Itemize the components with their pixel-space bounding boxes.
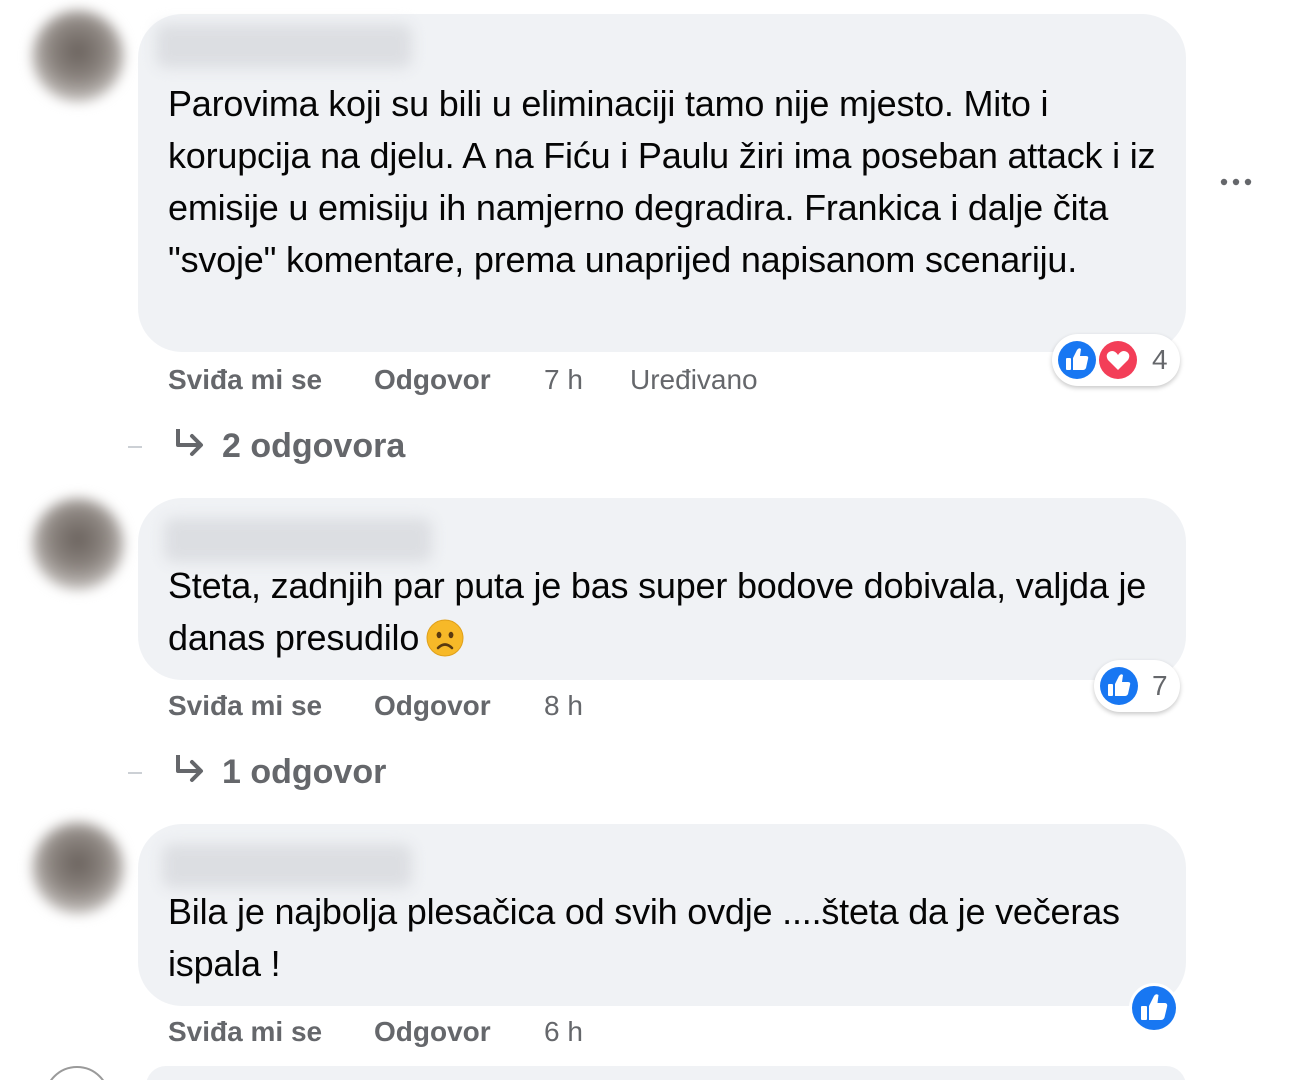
author-name-blurred[interactable] (164, 518, 432, 562)
view-replies-link[interactable]: 1 odgovor (172, 750, 386, 794)
author-name-blurred[interactable] (162, 844, 412, 888)
comment-text: Parovima koji su bili u eliminaciji tamo… (168, 83, 1156, 280)
reply-button[interactable]: Odgovor (374, 686, 491, 726)
like-button[interactable]: Sviđa mi se (168, 1012, 322, 1052)
comment-text: Bila je najbolja plesačica od svih ovdje… (168, 891, 1120, 984)
like-icon (1098, 665, 1140, 707)
timestamp[interactable]: 7 h (544, 360, 583, 400)
timestamp[interactable]: 6 h (544, 1012, 583, 1052)
frowning-face-emoji-icon (426, 619, 464, 657)
like-icon[interactable] (1128, 982, 1180, 1034)
reply-arrow-icon (176, 429, 203, 456)
comment-text: Steta, zadnjih par puta je bas super bod… (168, 560, 1158, 664)
comment-bubble: Steta, zadnjih par puta je bas super bod… (138, 498, 1186, 680)
avatar[interactable] (32, 10, 124, 102)
thread-connector (128, 772, 142, 774)
comment-bubble: Parovima koji su bili u eliminaciji tamo… (138, 14, 1186, 352)
avatar[interactable] (32, 498, 124, 590)
view-replies-link[interactable]: 2 odgovora (172, 424, 405, 468)
author-name-blurred[interactable] (156, 24, 412, 68)
like-button[interactable]: Sviđa mi se (168, 686, 322, 726)
like-button[interactable]: Sviđa mi se (168, 360, 322, 400)
avatar[interactable] (44, 1066, 110, 1080)
timestamp[interactable]: 8 h (544, 686, 583, 726)
thread-connector (128, 446, 142, 448)
reply-button[interactable]: Odgovor (374, 1012, 491, 1052)
comment-text-content: Steta, zadnjih par puta je bas super bod… (168, 565, 1147, 658)
reaction-count: 7 (1152, 670, 1168, 701)
love-icon (1097, 339, 1139, 381)
comments-panel: Parovima koji su bili u eliminaciji tamo… (0, 0, 1290, 1080)
avatar[interactable] (32, 822, 124, 914)
reactions-summary[interactable]: 7 (1094, 660, 1180, 712)
reply-arrow-icon (176, 755, 203, 782)
replies-count-label: 1 odgovor (222, 753, 387, 791)
comment-bubble: Bila je najbolja plesačica od svih ovdje… (138, 824, 1186, 1006)
reactions-summary[interactable]: 4 (1052, 334, 1180, 386)
like-icon (1056, 339, 1098, 381)
comment-bubble (146, 1066, 1186, 1080)
edited-label[interactable]: Uređivano (630, 360, 758, 400)
replies-count-label: 2 odgovora (222, 427, 406, 465)
reaction-count: 4 (1152, 344, 1168, 375)
reply-button[interactable]: Odgovor (374, 360, 491, 400)
more-options-icon[interactable] (1218, 170, 1254, 194)
